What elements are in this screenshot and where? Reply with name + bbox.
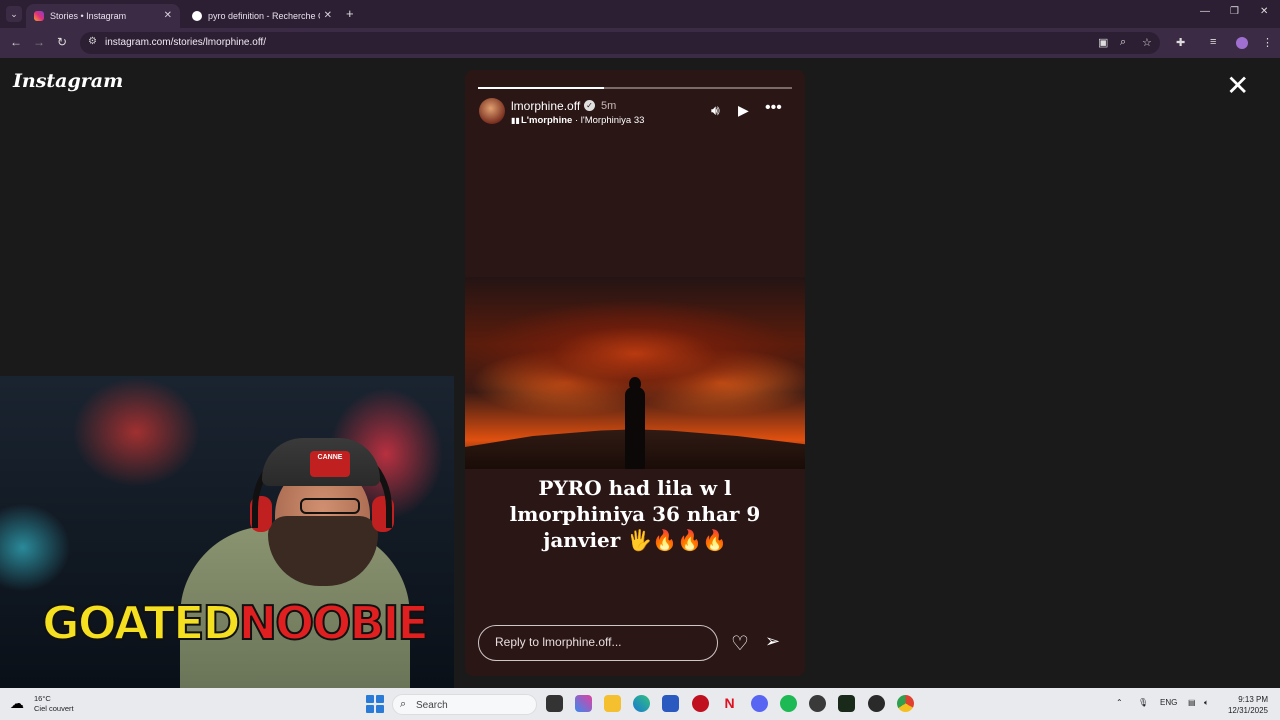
- instagram-favicon-icon: [34, 11, 44, 21]
- music-title: l'Morphiniya 33: [580, 115, 645, 126]
- bookmark-star-icon[interactable]: ☆: [1142, 36, 1152, 49]
- webcam-overlay: CANNE GOATEDNOOBIE: [0, 376, 454, 688]
- send-share-icon[interactable]: ➢: [765, 631, 780, 652]
- show-hidden-icons-chevron-icon[interactable]: ⌃: [1116, 698, 1123, 707]
- tab-google[interactable]: pyro definition - Recherche Go ✕: [184, 4, 340, 28]
- cap-patch: CANNE: [310, 451, 350, 477]
- address-bar[interactable]: ⚙ instagram.com/stories/lmorphine.off/: [80, 32, 1160, 54]
- edge-icon[interactable]: [633, 695, 650, 712]
- search-icon: ⌕: [400, 698, 407, 710]
- close-tab-icon[interactable]: ✕: [164, 10, 172, 21]
- story-progress-bar: [478, 87, 792, 89]
- weather-widget[interactable]: 16°C Ciel couvert: [34, 694, 74, 714]
- file-explorer-icon[interactable]: [604, 695, 621, 712]
- app-obs-icon[interactable]: [868, 695, 885, 712]
- microphone-icon[interactable]: 🎙︎: [1138, 698, 1148, 707]
- netflix-icon[interactable]: N: [721, 695, 738, 712]
- google-favicon-icon: [192, 11, 202, 21]
- zoom-icon[interactable]: ⌕: [1120, 36, 1126, 49]
- copilot-icon[interactable]: [575, 695, 592, 712]
- network-icon[interactable]: ▤: [1188, 698, 1196, 707]
- chrome-icon[interactable]: [897, 695, 914, 712]
- like-heart-icon[interactable]: ♡: [731, 631, 749, 656]
- task-view-icon[interactable]: [546, 695, 563, 712]
- spotify-icon[interactable]: [780, 695, 797, 712]
- app-green-terminal-icon[interactable]: [838, 695, 855, 712]
- silhouette-figure: [625, 387, 645, 469]
- url-text: instagram.com/stories/lmorphine.off/: [105, 37, 266, 48]
- page-scrollbar[interactable]: [1270, 58, 1280, 688]
- play-icon[interactable]: ▶: [738, 102, 749, 119]
- reply-input[interactable]: [495, 635, 705, 649]
- menu-kebab-icon[interactable]: ⋮: [1262, 36, 1273, 49]
- reply-field-wrapper[interactable]: [478, 625, 718, 661]
- tab-instagram[interactable]: Stories • Instagram ✕: [26, 4, 180, 28]
- story-music-info[interactable]: ▮▮L'morphine · l'Morphiniya 33: [511, 115, 644, 126]
- app-dark-circle-icon[interactable]: [809, 695, 826, 712]
- back-icon[interactable]: ←: [10, 35, 22, 49]
- speaker-icon[interactable]: 🔈︎: [1204, 698, 1209, 708]
- story-caption: PYRO had lila w l lmorphiniya 36 nhar 9 …: [509, 476, 761, 552]
- taskbar-search[interactable]: ⌕ Search: [392, 694, 537, 715]
- streamer-brand-logo: GOATEDNOOBIE: [41, 595, 430, 651]
- extensions-icon[interactable]: ✚: [1176, 36, 1185, 49]
- story-image-burning-city: [465, 277, 805, 469]
- language-indicator[interactable]: ENG: [1160, 698, 1177, 707]
- install-app-icon[interactable]: ▣: [1098, 36, 1108, 49]
- volume-icon[interactable]: 🔊︎: [711, 102, 720, 119]
- reload-icon[interactable]: ↻: [57, 35, 67, 49]
- tab-title: Stories • Instagram: [50, 11, 127, 21]
- story-author-avatar[interactable]: [479, 98, 505, 124]
- cloudy-weather-icon[interactable]: ☁: [10, 695, 24, 712]
- story-time-ago: 5m: [601, 100, 617, 112]
- story-progress-fill: [478, 87, 604, 89]
- site-info-icon[interactable]: ⚙: [88, 36, 97, 47]
- browser-tab-strip: ⌄ Stories • Instagram ✕ pyro definition …: [0, 0, 1280, 28]
- forward-icon[interactable]: →: [33, 35, 45, 49]
- new-tab-button[interactable]: +: [346, 6, 354, 21]
- story-viewer[interactable]: lmorphine.off ✓ 5m ▮▮L'morphine · l'Morp…: [465, 70, 805, 676]
- taskbar-clock[interactable]: 9:13 PM 12/31/2025: [1224, 694, 1268, 716]
- close-tab-icon[interactable]: ✕: [324, 10, 332, 21]
- tab-title: pyro definition - Recherche Go: [208, 11, 320, 21]
- more-options-icon[interactable]: •••: [765, 99, 782, 117]
- restore-icon[interactable]: ❐: [1230, 6, 1239, 17]
- story-username[interactable]: lmorphine.off: [511, 99, 580, 113]
- verified-badge-icon: ✓: [584, 100, 595, 111]
- tab-search-button[interactable]: ⌄: [6, 6, 22, 22]
- music-bars-icon: ▮▮: [511, 116, 520, 125]
- close-window-icon[interactable]: ✕: [1260, 6, 1268, 17]
- minimize-icon[interactable]: —: [1200, 6, 1210, 17]
- profile-avatar-icon[interactable]: [1236, 37, 1248, 49]
- store-icon[interactable]: [662, 695, 679, 712]
- start-button[interactable]: [366, 695, 384, 713]
- windows-taskbar: ☁ 16°C Ciel couvert ⌕ Search N ⌃ 🎙︎ ENG …: [0, 688, 1280, 720]
- instagram-stories-page: Instagram ✕ lmorphine.off ✓ 5m ▮▮L'morph…: [0, 58, 1280, 688]
- streamer-glasses: [300, 498, 360, 514]
- music-artist: L'morphine: [521, 115, 573, 126]
- media-control-icon[interactable]: ≡: [1210, 36, 1216, 48]
- discord-icon[interactable]: [751, 695, 768, 712]
- browser-toolbar: ← → ↻ ⚙ instagram.com/stories/lmorphine.…: [0, 28, 1280, 58]
- close-stories-icon[interactable]: ✕: [1226, 72, 1249, 100]
- app-red-circle-icon[interactable]: [692, 695, 709, 712]
- instagram-logo[interactable]: Instagram: [13, 70, 123, 92]
